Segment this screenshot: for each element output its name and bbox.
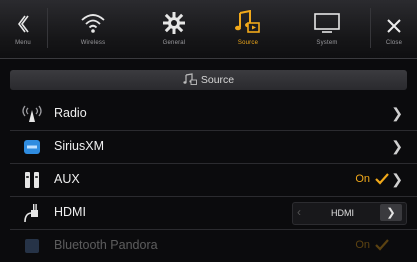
music-source-icon bbox=[235, 0, 261, 34]
top-tab-bar: Menu Wireless General Source System Clos… bbox=[0, 0, 417, 59]
checkmark-icon bbox=[375, 172, 389, 190]
tab-wireless[interactable]: Wireless bbox=[48, 0, 138, 58]
hdmi-selector: ‹ HDMI ❯ bbox=[292, 202, 407, 225]
pandora-icon bbox=[22, 237, 42, 255]
list-item-label: Bluetooth Pandora bbox=[54, 238, 158, 252]
tab-wireless-label: Wireless bbox=[80, 40, 106, 46]
chevron-right-icon: ❯ bbox=[391, 105, 403, 121]
rca-plug-icon bbox=[22, 171, 42, 189]
section-title: Source bbox=[200, 74, 235, 86]
antenna-icon bbox=[22, 105, 42, 123]
tab-source-label: Source bbox=[237, 40, 259, 46]
tab-menu[interactable]: Menu bbox=[0, 0, 46, 58]
wifi-icon bbox=[80, 0, 106, 34]
hdmi-cable-icon bbox=[22, 204, 42, 223]
chevron-right-icon: ❯ bbox=[391, 171, 403, 187]
list-item-label: HDMI bbox=[54, 205, 86, 219]
siriusxm-icon bbox=[22, 138, 42, 156]
status-on: On bbox=[355, 173, 370, 185]
list-item-label: Radio bbox=[54, 106, 87, 120]
section-header: Source bbox=[10, 70, 407, 90]
gear-icon bbox=[163, 0, 185, 34]
tab-general[interactable]: General bbox=[138, 0, 210, 58]
tab-menu-label: Menu bbox=[15, 40, 31, 46]
list-item-radio[interactable]: Radio ❯ bbox=[10, 98, 417, 131]
tab-system[interactable]: System bbox=[286, 0, 368, 58]
status-on: On bbox=[355, 239, 370, 251]
list-item-siriusxm[interactable]: SiriusXM ❯ bbox=[10, 131, 417, 164]
tab-source[interactable]: Source bbox=[210, 0, 286, 58]
list-item-aux[interactable]: AUX On ❯ bbox=[10, 164, 417, 197]
tab-system-label: System bbox=[316, 40, 338, 46]
chevron-right-icon: ❯ bbox=[391, 138, 403, 154]
tab-close-label: Close bbox=[385, 40, 403, 46]
tab-general-label: General bbox=[162, 40, 186, 46]
list-item-label: AUX bbox=[54, 172, 80, 186]
hdmi-prev-button[interactable]: ‹ bbox=[297, 205, 301, 219]
close-icon bbox=[386, 0, 402, 34]
back-chevron-icon bbox=[16, 0, 30, 34]
list-item-label: SiriusXM bbox=[54, 139, 105, 153]
list-item-bluetooth-pandora[interactable]: Bluetooth Pandora On bbox=[10, 230, 417, 262]
monitor-icon bbox=[313, 0, 341, 34]
list-item-hdmi[interactable]: HDMI ‹ HDMI ❯ bbox=[10, 197, 417, 230]
tab-close[interactable]: Close bbox=[371, 0, 417, 58]
checkmark-icon bbox=[375, 238, 389, 256]
music-note-icon bbox=[183, 72, 197, 88]
hdmi-next-button[interactable]: ❯ bbox=[380, 204, 402, 221]
hdmi-value: HDMI bbox=[331, 208, 354, 218]
